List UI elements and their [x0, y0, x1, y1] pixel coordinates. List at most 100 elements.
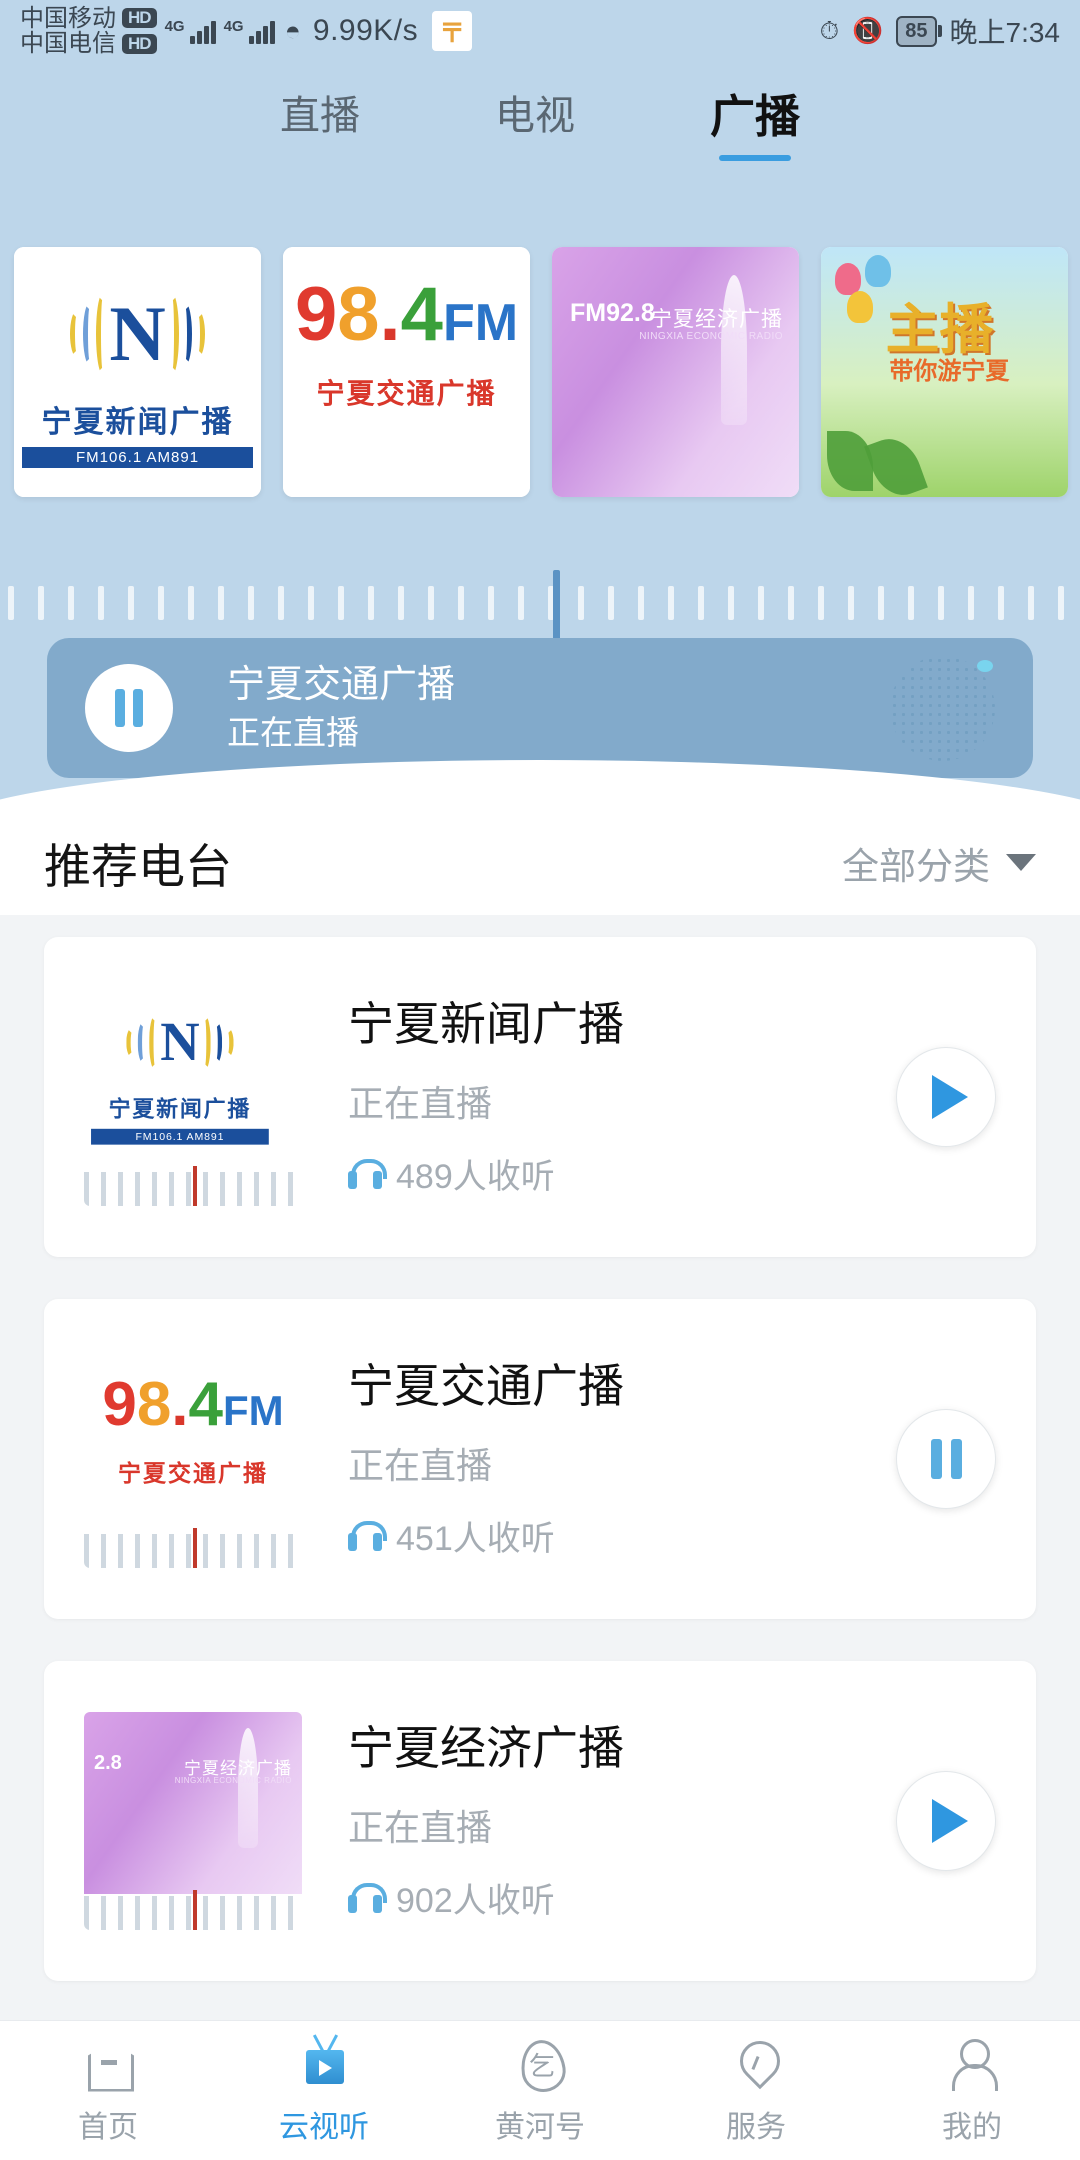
tab-live-label: 直播 [279, 94, 360, 138]
nav-item-profile[interactable]: 我的 [864, 2036, 1080, 2146]
pause-icon [930, 1439, 962, 1479]
nav-item-service[interactable]: 服务 [648, 2036, 864, 2146]
status-bar-right: ⏱ 📵 85 晚上7:34 [820, 11, 1060, 51]
battery-indicator: 85 [896, 15, 942, 47]
play-icon [932, 1075, 968, 1119]
station-status: 正在直播 [348, 1445, 493, 1487]
thumb-frequency: FM106.1 AM891 [91, 1128, 269, 1145]
pause-icon-bar [133, 689, 143, 727]
fm-label: FM [442, 294, 519, 352]
tuner-ticks [0, 586, 1080, 620]
station-list[interactable]: N 宁夏新闻广播 FM106.1 AM891 宁夏新闻广播 正在直播 489人收… [0, 915, 1080, 2020]
ningxia-traffic-radio-logo: 98.4FM 宁夏交通广播 [283, 247, 530, 497]
leaf-icon [827, 431, 873, 491]
network-type-2-label: 4G [223, 18, 244, 35]
carousel-item-tourism[interactable]: 主播 带你游宁夏 [821, 247, 1068, 497]
profile-icon [945, 2036, 999, 2091]
active-tab-underline [718, 154, 791, 161]
thumb-tick-needle [193, 1890, 197, 1930]
radio-tuner-scale[interactable] [0, 570, 1080, 640]
page-title: 推荐电台 [44, 840, 232, 893]
tab-tv-label: 电视 [494, 94, 575, 138]
led-indicator-icon [977, 660, 993, 672]
network-speed-label: 9.99K/s [312, 14, 419, 47]
huanghe-app-icon: 〒 [432, 11, 473, 51]
station-status: 正在直播 [348, 1807, 493, 1849]
logo-station-name-en: NINGXIA ECONOMIC RADIO [639, 331, 783, 342]
station-list-item[interactable]: 2.8 宁夏经济广播 NINGXIA ECONOMIC RADIO 宁夏经济广播… [44, 1661, 1036, 1981]
ningxia-economic-radio-logo: FM92.8 宁夏经济广播 NINGXIA ECONOMIC RADIO [552, 247, 799, 497]
headphone-icon [348, 1158, 387, 1189]
station-thumbnail: 98.4FM 宁夏交通广播 [84, 1350, 302, 1568]
thumb-tick-needle [193, 1166, 197, 1206]
nav-item-huanghe[interactable]: 黄河号 [432, 2036, 648, 2146]
carousel-item-news[interactable]: N 宁夏新闻广播 FM106.1 AM891 [14, 247, 261, 497]
chevron-down-icon [1006, 854, 1036, 871]
thumb-station-name: 宁夏交通广播 [118, 1460, 268, 1486]
logo-band-name: 宁夏新闻广播 [41, 406, 234, 439]
station-listeners-label: 489人收听 [396, 1158, 555, 1197]
category-filter-label: 全部分类 [842, 845, 990, 887]
digit-8: 8 [337, 272, 380, 357]
now-playing-pause-button[interactable] [85, 664, 173, 752]
thumb-tick-needle [193, 1528, 197, 1568]
play-icon [932, 1799, 968, 1843]
nav-item-service-label: 服务 [726, 2110, 786, 2144]
pause-icon-bar [115, 689, 125, 727]
station-info: 宁夏新闻广播 正在直播 489人收听 [348, 996, 896, 1199]
carrier-block: 中国移动 HD 中国电信 HD [20, 5, 157, 56]
station-list-item[interactable]: 98.4FM 宁夏交通广播 宁夏交通广播 正在直播 451人收听 [44, 1299, 1036, 1619]
top-blue-region: 中国移动 HD 中国电信 HD 4G 4G ◓ 9.99K/s 〒 ⏱ 📵 85… [0, 0, 1080, 820]
station-info: 宁夏交通广播 正在直播 451人收听 [348, 1358, 896, 1561]
tab-tv[interactable]: 电视 [495, 83, 575, 153]
station-play-button[interactable] [896, 1771, 996, 1871]
tab-live[interactable]: 直播 [280, 83, 360, 153]
station-carousel[interactable]: N 宁夏新闻广播 FM106.1 AM891 98.4FM 宁夏交通广播 FM9… [14, 247, 1080, 497]
logo-band-block: 宁夏新闻广播 FM106.1 AM891 [22, 397, 253, 468]
alarm-clock-icon: ⏱ [819, 16, 840, 45]
signal-bars-1-icon [189, 18, 216, 44]
headphone-icon [348, 1520, 387, 1551]
now-playing-bar[interactable]: 宁夏交通广播 正在直播 [47, 638, 1033, 778]
tv-antenna-icon [309, 2033, 341, 2052]
nav-item-home[interactable]: 首页 [0, 2036, 216, 2146]
station-listeners: 902人收听 [348, 1873, 896, 1922]
digit-9: 9 [294, 272, 338, 357]
station-info: 宁夏经济广播 正在直播 902人收听 [348, 1720, 896, 1923]
carrier-2-hd-badge: HD [122, 33, 157, 54]
banner-subline: 带你游宁夏 [889, 358, 1010, 385]
tab-radio[interactable]: 广播 [710, 80, 800, 161]
now-playing-title: 宁夏交通广播 [227, 664, 456, 707]
status-bar-clock: 晚上7:34 [949, 17, 1061, 48]
thumb-station-name-en: NINGXIA ECONOMIC RADIO [174, 1776, 292, 1785]
home-icon [81, 2036, 135, 2090]
station-name: 宁夏经济广播 [348, 1721, 624, 1774]
station-pause-button[interactable] [896, 1409, 996, 1509]
logo-station-name: 宁夏交通广播 [316, 378, 497, 409]
category-filter-dropdown[interactable]: 全部分类 [842, 836, 1036, 890]
nav-item-home-label: 首页 [78, 2110, 138, 2144]
carousel-item-economic[interactable]: FM92.8 宁夏经济广播 NINGXIA ECONOMIC RADIO [552, 247, 799, 497]
wifi-icon: ◓ [284, 15, 301, 46]
nav-item-cloud-view[interactable]: 云视听 [216, 2033, 432, 2146]
carousel-item-traffic[interactable]: 98.4FM 宁夏交通广播 [283, 247, 530, 497]
station-listeners: 489人收听 [348, 1149, 896, 1198]
logo-station-name: 宁夏经济广播 [651, 308, 783, 331]
tuner-needle[interactable] [553, 570, 560, 640]
nav-item-cloud-view-label: 云视听 [279, 2110, 369, 2144]
tourism-banner-image: 主播 带你游宁夏 [821, 247, 1068, 497]
station-play-button[interactable] [896, 1047, 996, 1147]
speaker-grille-icon [890, 655, 995, 761]
service-icon [729, 2036, 783, 2090]
station-name: 宁夏交通广播 [348, 1359, 624, 1412]
station-list-item[interactable]: N 宁夏新闻广播 FM106.1 AM891 宁夏新闻广播 正在直播 489人收… [44, 937, 1036, 1257]
bottom-navigation-bar: 首页 云视听 黄河号 服务 我的 [0, 2020, 1080, 2160]
sound-wave-icon: N [14, 281, 261, 386]
nav-item-profile-label: 我的 [942, 2110, 1002, 2144]
station-listeners-label: 451人收听 [396, 1520, 555, 1559]
station-thumbnail: N 宁夏新闻广播 FM106.1 AM891 [84, 988, 302, 1206]
signal-1-group: 4G [165, 18, 216, 44]
vibrate-icon: 📵 [852, 16, 884, 45]
signal-bars-2-icon [248, 18, 275, 44]
logo-frequency-label: FM92.8 [570, 299, 655, 327]
